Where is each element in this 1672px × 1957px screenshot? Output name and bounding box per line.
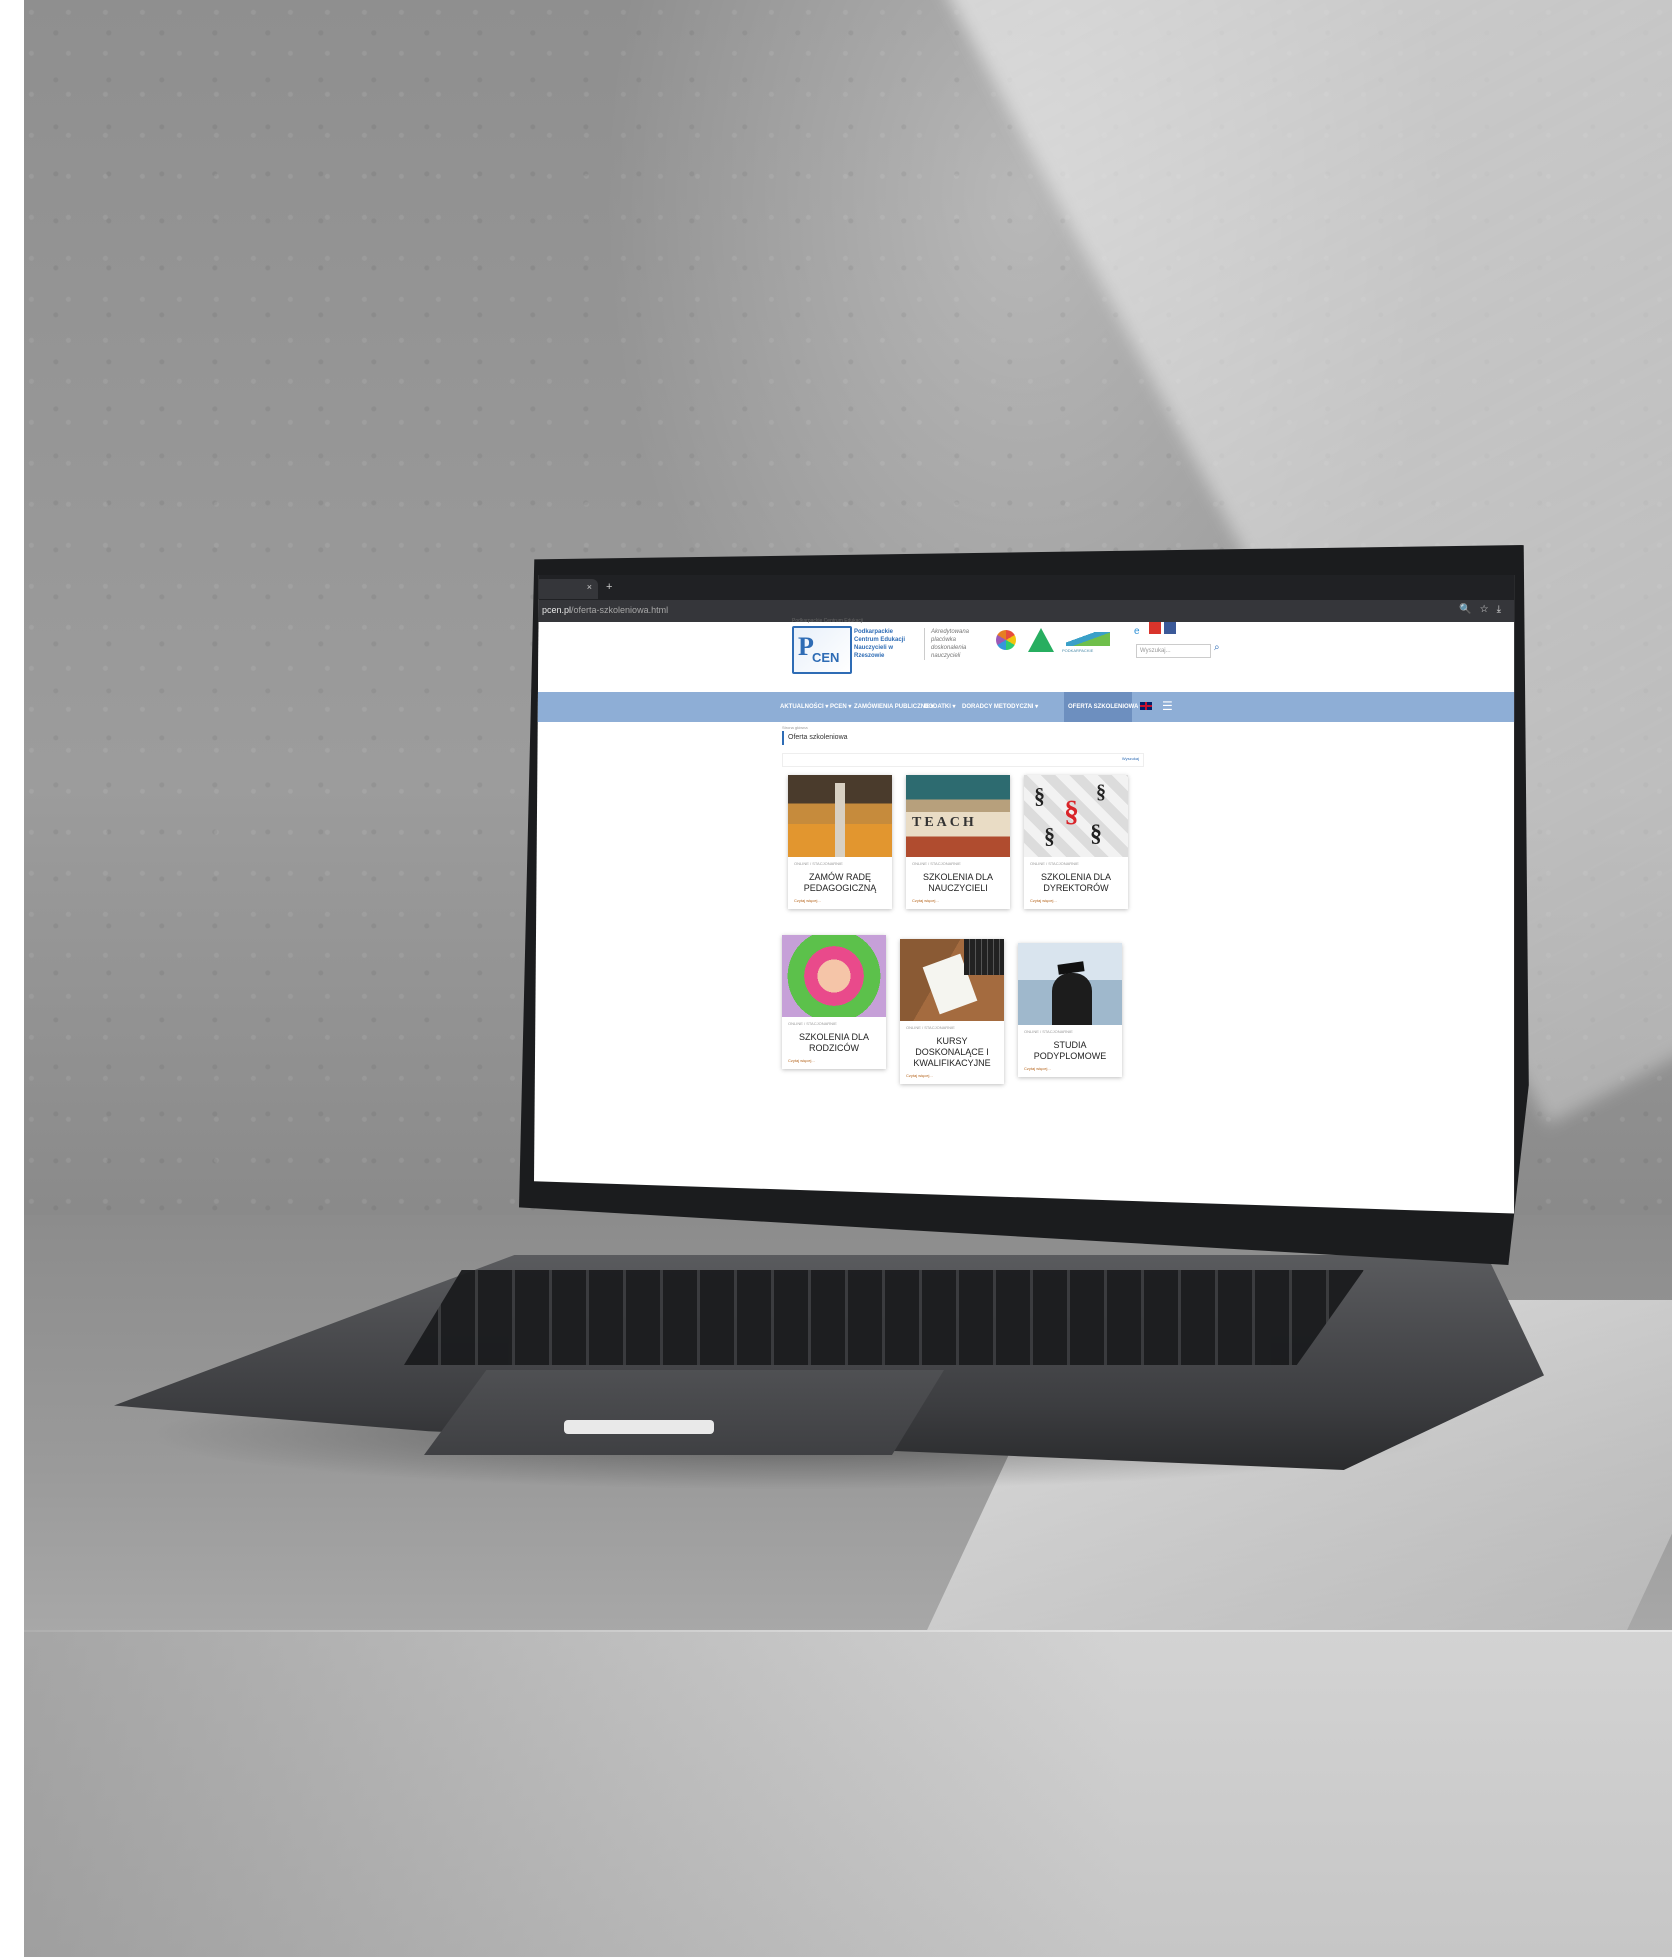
course-card[interactable]: ONLINE / STACJONARNIE ZAMÓW RADĘ PEDAGOG… (788, 775, 892, 909)
pcen-logo[interactable]: P CEN (792, 626, 852, 674)
card-title[interactable]: ZAMÓW RADĘ PEDAGOGICZNĄ (788, 866, 892, 896)
facebook-icon[interactable] (1164, 622, 1176, 634)
url-host: pcen.pl (542, 605, 572, 615)
nav-item-dodatki[interactable]: DODATKI ▾ (924, 703, 956, 710)
nav-item-doradcy[interactable]: DORADCY METODYCZNI ▾ (962, 703, 1038, 710)
uk-flag-icon[interactable] (1140, 702, 1152, 710)
partner-logo-triangle-icon[interactable] (1028, 628, 1054, 652)
breadcrumb[interactable]: Strona główna (782, 725, 808, 730)
table-edge-shadow (24, 1630, 1124, 1957)
card-read-more-link[interactable]: Czytaj więcej... (782, 1056, 886, 1069)
nav-item-aktualnosci[interactable]: AKTUALNOŚCI ▾ (780, 703, 828, 710)
org-name: Podkarpackie Centrum Edukacji Nauczyciel… (854, 629, 906, 659)
browser-toolbar-icons[interactable]: 🔍☆⤓ (1459, 604, 1509, 615)
filter-bar: Wyszukaj (782, 753, 1144, 767)
nav-item-oferta[interactable]: OFERTA SZKOLENIOWA ▾ (1068, 703, 1143, 710)
card-tag: ONLINE / STACJONARNIE (912, 861, 961, 866)
browser-address-bar[interactable]: pcen.pl/oferta-szkoleniowa.html 🔍☆⤓ (534, 600, 1515, 622)
browser-tab-bar: × + (534, 575, 1515, 600)
card-read-more-link[interactable]: Czytaj więcej... (900, 1071, 1004, 1084)
course-card[interactable]: ONLINE / STACJONARNIE STUDIA PODYPLOMOWE… (1018, 943, 1122, 1077)
partner-logo-podkarpackie-icon[interactable] (1066, 632, 1110, 646)
card-image-text: TEACH (912, 815, 977, 830)
card-image-paragraph-signs[interactable]: § § § § § (1024, 775, 1128, 857)
course-card[interactable]: TEACH ONLINE / STACJONARNIE SZKOLENIA DL… (906, 775, 1010, 909)
laptop-keyboard (404, 1270, 1364, 1365)
card-image-teach-tiles[interactable]: TEACH (906, 775, 1010, 857)
search-icon[interactable]: ⌕ (1214, 642, 1220, 653)
pdf-icon[interactable] (1149, 622, 1161, 634)
card-title[interactable]: KURSY DOSKONALĄCE I KWALIFIKACYJNE (900, 1030, 1004, 1071)
social-links: e (1134, 622, 1179, 638)
card-title[interactable]: STUDIA PODYPLOMOWE (1018, 1034, 1122, 1064)
card-tag: ONLINE / STACJONARNIE (906, 1025, 955, 1030)
org-super-text: Podkarpackie Centrum Edukacji (792, 618, 864, 624)
close-icon[interactable]: × (587, 582, 592, 592)
site-header: Podkarpackie Centrum Edukacji P CEN Podk… (534, 618, 1515, 692)
card-image-lecture-hall[interactable] (788, 775, 892, 857)
card-tag: ONLINE / STACJONARNIE (794, 861, 843, 866)
laptop-trackpad (424, 1370, 944, 1455)
url-path: /oferta-szkoleniowa.html (571, 605, 669, 615)
nav-item-zamowienia[interactable]: ZAMÓWIENIA PUBLICZNE ▾ (854, 703, 934, 710)
card-title[interactable]: SZKOLENIA DLA NAUCZYCIELI (906, 866, 1010, 896)
laptop-screen: × + pcen.pl/oferta-szkoleniowa.html 🔍☆⤓ … (534, 575, 1515, 1214)
page-title: Oferta szkoleniowa (782, 731, 848, 745)
card-tag: ONLINE / STACJONARNIE (788, 1021, 837, 1026)
edu-icon[interactable]: e (1134, 626, 1146, 638)
partner-logo-flower-icon[interactable] (996, 630, 1016, 650)
card-tag: ONLINE / STACJONARNIE (1030, 861, 1079, 866)
course-card[interactable]: ONLINE / STACJONARNIE KURSY DOSKONALĄCE … (900, 939, 1004, 1084)
filter-search-link[interactable]: Wyszukaj (1122, 756, 1139, 761)
card-read-more-link[interactable]: Czytaj więcej... (1024, 896, 1128, 909)
card-read-more-link[interactable]: Czytaj więcej... (906, 896, 1010, 909)
laptop-front-notch (564, 1420, 714, 1434)
card-tag: ONLINE / STACJONARNIE (1024, 1029, 1073, 1034)
card-read-more-link[interactable]: Czytaj więcej... (788, 896, 892, 909)
course-card[interactable]: § § § § § ONLINE / STACJONARNIE SZKOLENI… (1024, 775, 1128, 909)
url-text[interactable]: pcen.pl/oferta-szkoleniowa.html (542, 605, 668, 615)
card-title[interactable]: SZKOLENIA DLA DYREKTORÓW (1024, 866, 1128, 896)
card-title[interactable]: SZKOLENIA DLA RODZICÓW (782, 1026, 886, 1056)
nav-item-pcen[interactable]: PCEN ▾ (830, 703, 851, 710)
photo-scene: × + pcen.pl/oferta-szkoleniowa.html 🔍☆⤓ … (24, 0, 1672, 1957)
card-image-desk-notebook[interactable] (900, 939, 1004, 1021)
logo-sub: CEN (812, 650, 840, 665)
card-image-children[interactable] (782, 935, 886, 1017)
card-image-graduate[interactable] (1018, 943, 1122, 1025)
hamburger-menu-icon[interactable]: ☰ (1162, 699, 1173, 713)
accreditation-text: Akredytowana placówka doskonalenia naucz… (924, 628, 981, 660)
partner3-label: PODKARPACKIE (1062, 648, 1094, 653)
browser-tab[interactable]: × (534, 579, 598, 599)
search-input[interactable]: Wyszukaj... (1136, 644, 1211, 658)
main-nav: AKTUALNOŚCI ▾ PCEN ▾ ZAMÓWIENIA PUBLICZN… (534, 692, 1515, 722)
card-read-more-link[interactable]: Czytaj więcej... (1018, 1064, 1122, 1077)
new-tab-icon[interactable]: + (606, 581, 612, 593)
course-card[interactable]: ONLINE / STACJONARNIE SZKOLENIA DLA RODZ… (782, 935, 886, 1069)
